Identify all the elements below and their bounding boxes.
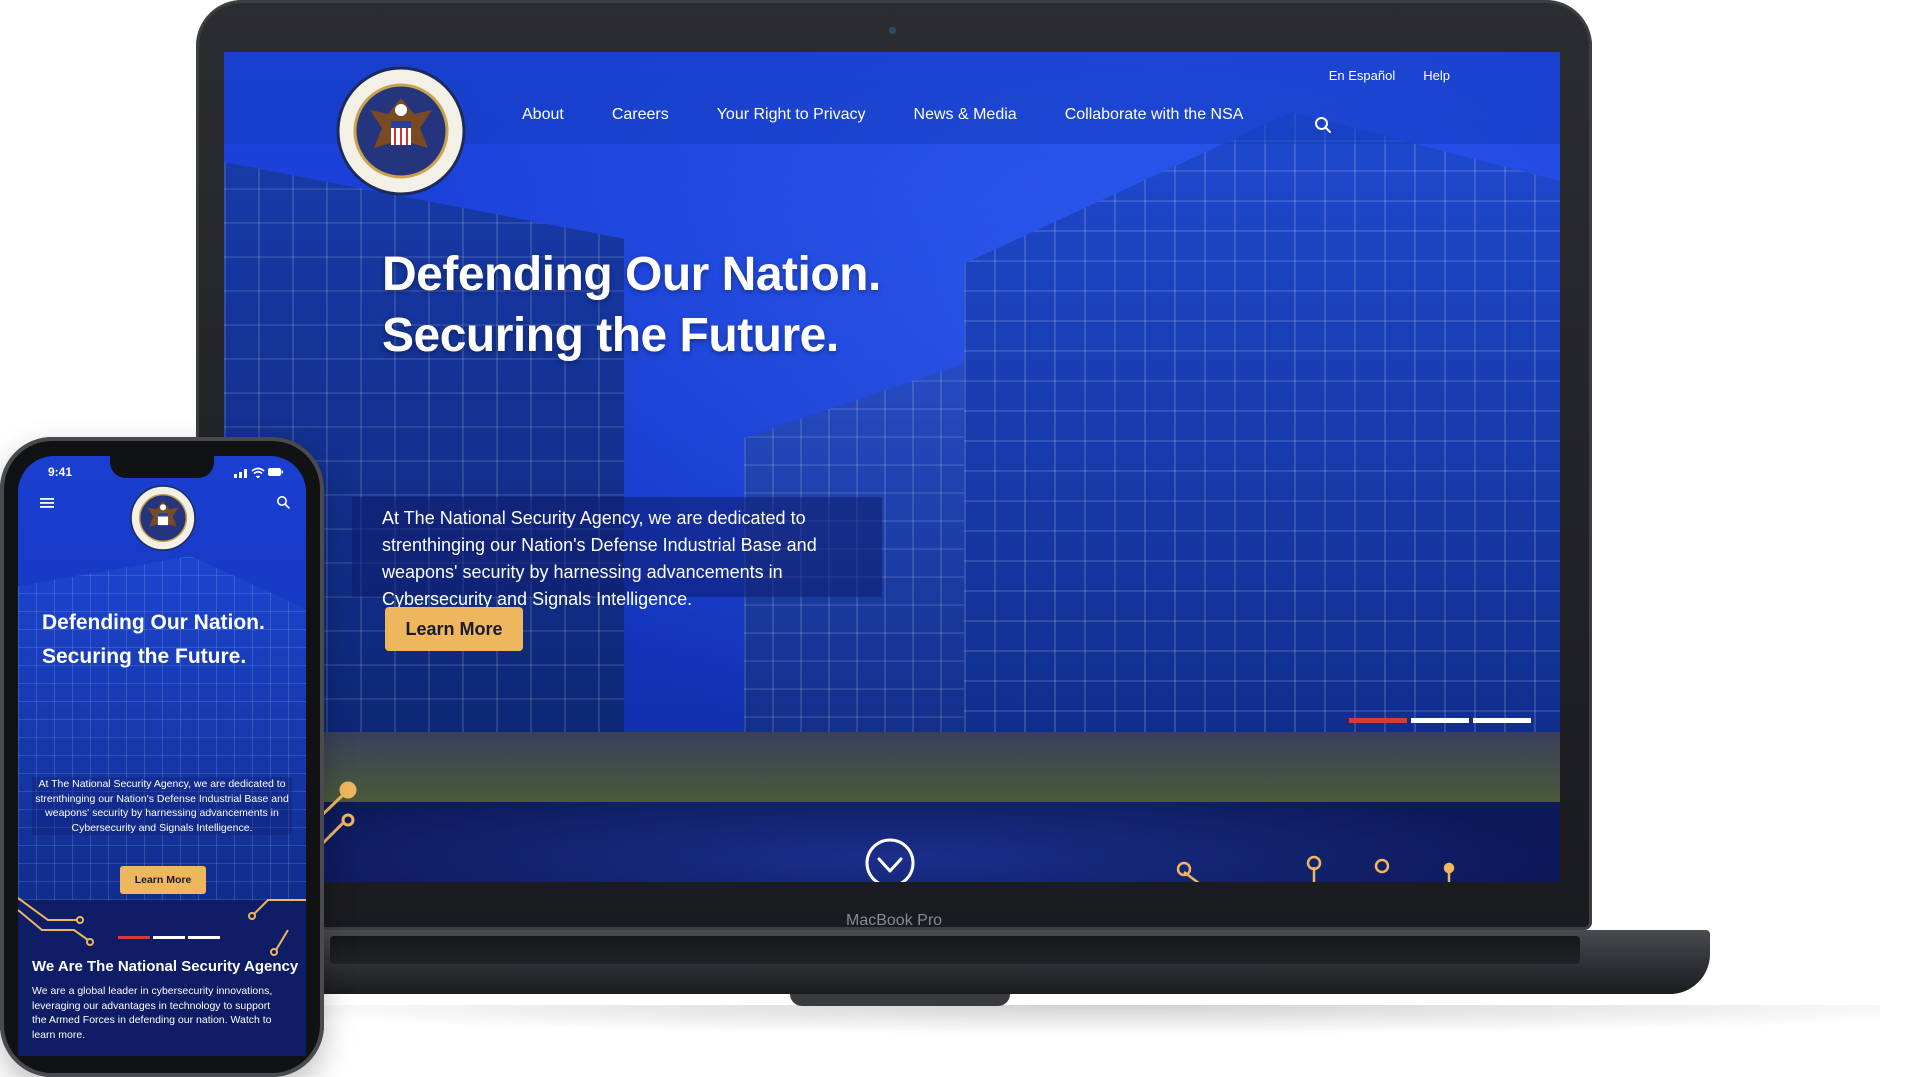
phone-hero-line-1: Defending Our Nation.	[42, 611, 265, 634]
phone-hero-line-2: Securing the Future.	[42, 645, 247, 668]
keyboard-edge	[330, 936, 1580, 964]
carousel-dot-2[interactable]	[1411, 718, 1469, 723]
nav-careers[interactable]: Careers	[612, 106, 669, 124]
status-icons	[234, 467, 283, 478]
phone-notch	[110, 456, 214, 478]
hamburger-menu-icon[interactable]	[40, 497, 54, 509]
hero-description: At The National Security Agency, we are …	[382, 508, 817, 609]
help-link[interactable]: Help	[1423, 68, 1450, 83]
nav-privacy[interactable]: Your Right to Privacy	[717, 106, 866, 124]
main-nav: About Careers Your Right to Privacy News…	[522, 106, 1291, 124]
carousel-dot-3[interactable]	[1473, 718, 1531, 723]
phone-circuit-decoration	[18, 897, 306, 956]
espanol-link[interactable]: En Español	[1329, 68, 1396, 83]
phone-search-icon[interactable]	[276, 495, 290, 509]
phone-status-time: 9:41	[48, 465, 73, 479]
phone-hero-description: At The National Security Agency, we are …	[32, 777, 292, 835]
laptop-model-label: MacBook Pro	[846, 912, 943, 929]
chevron-circle-down-icon[interactable]	[864, 837, 916, 882]
hero-title-line-1: Defending Our Nation.	[382, 248, 881, 301]
laptop-camera	[889, 27, 896, 34]
laptop-notch	[790, 994, 1010, 1006]
nsa-seal-logo[interactable]	[336, 66, 466, 196]
phone-carousel-dot-3[interactable]	[188, 936, 220, 939]
phone-nsa-seal-logo[interactable]	[130, 485, 196, 551]
phone-section-title: We Are The National Security Agency	[32, 958, 299, 975]
phone-carousel-dot-2[interactable]	[153, 936, 185, 939]
search-icon[interactable]	[1314, 116, 1332, 134]
learn-more-button[interactable]: Learn More	[385, 607, 523, 651]
nav-news-media[interactable]: News & Media	[914, 106, 1017, 124]
phone-learn-more-button[interactable]: Learn More	[120, 866, 206, 894]
phone-section-text: We are a global leader in cybersecurity …	[32, 985, 273, 1041]
phone-carousel-indicators	[118, 936, 220, 939]
nav-collaborate[interactable]: Collaborate with the NSA	[1065, 106, 1244, 124]
utility-links: En Español Help	[1329, 68, 1450, 83]
carousel-dot-1[interactable]	[1349, 718, 1407, 723]
hero-title-line-2: Securing the Future.	[382, 309, 839, 362]
nav-about[interactable]: About	[522, 106, 564, 124]
laptop-screen: En Español Help About Careers Your Right…	[224, 52, 1560, 882]
laptop-shadow	[180, 1005, 1880, 1035]
carousel-indicators	[1349, 718, 1531, 723]
phone-carousel-dot-1[interactable]	[118, 936, 150, 939]
